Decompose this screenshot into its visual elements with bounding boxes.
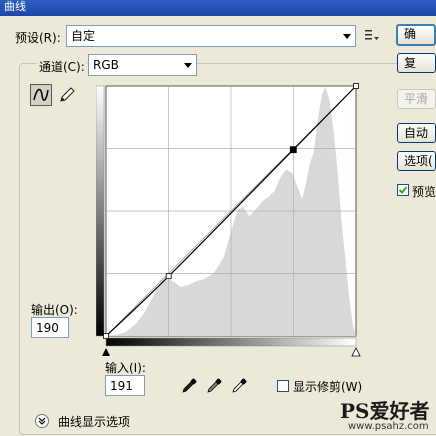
- curve-tool-icon: [33, 88, 49, 101]
- chevron-down-icon: [343, 34, 351, 39]
- channel-value: RGB: [93, 58, 119, 72]
- preview-label: 预览: [412, 185, 436, 199]
- output-label: 输出(O):: [31, 303, 78, 317]
- reset-button[interactable]: 复: [397, 53, 436, 73]
- input-label: 输入(I):: [105, 361, 146, 375]
- gray-eyedropper-button[interactable]: [205, 377, 223, 395]
- output-gradient-bar: [96, 85, 105, 337]
- watermark-logo: PS爱好者 www.psahz.com: [340, 395, 436, 436]
- smooth-button[interactable]: 平滑: [397, 89, 436, 109]
- preset-options-menu-icon[interactable]: [364, 27, 380, 43]
- double-chevron-down-icon: [38, 417, 46, 425]
- curve-display-options-label: 曲线显示选项: [58, 415, 131, 429]
- expand-options-button[interactable]: [35, 414, 49, 428]
- show-clipping-label: 显示修剪(W): [293, 380, 363, 394]
- curve-control-point[interactable]: [353, 83, 359, 89]
- curve-control-point[interactable]: [289, 146, 297, 154]
- output-value: 190: [36, 321, 59, 335]
- show-clipping-checkbox[interactable]: [277, 380, 289, 392]
- pencil-tool[interactable]: [57, 85, 77, 105]
- input-gradient-bar: [105, 337, 357, 347]
- reset-button-label: 复: [404, 56, 417, 70]
- ok-button[interactable]: 确: [396, 24, 436, 46]
- smooth-button-label: 平滑: [404, 92, 429, 106]
- white-eyedropper-button[interactable]: [230, 377, 248, 395]
- checkmark-icon: [398, 186, 408, 194]
- preview-checkbox[interactable]: [397, 184, 409, 196]
- black-point-slider-icon[interactable]: [102, 348, 110, 356]
- preset-label: 预设(R):: [15, 31, 61, 45]
- input-field[interactable]: 191: [105, 375, 145, 396]
- gray-eyedropper-icon: [207, 378, 222, 393]
- output-input[interactable]: 190: [31, 317, 69, 338]
- auto-button[interactable]: 自动: [397, 123, 436, 143]
- black-eyedropper-button[interactable]: [180, 377, 198, 395]
- auto-button-label: 自动: [404, 126, 429, 140]
- channel-dropdown[interactable]: RGB: [88, 54, 197, 76]
- curve-control-point[interactable]: [165, 273, 172, 280]
- options-button-label: 选项(: [404, 154, 433, 168]
- pencil-icon: [60, 87, 75, 102]
- preset-dropdown[interactable]: 自定: [66, 25, 356, 47]
- curve-point-tool[interactable]: [30, 84, 52, 106]
- white-point-slider-icon[interactable]: [351, 347, 361, 357]
- white-eyedropper-icon: [232, 378, 247, 393]
- watermark-brand: PS爱好者: [340, 399, 430, 423]
- curve-graph[interactable]: [96, 80, 368, 362]
- watermark-url: www.psahz.com: [348, 421, 429, 432]
- window-title: 曲线: [4, 0, 26, 13]
- window-title-bar: 曲线: [0, 0, 436, 16]
- preset-value: 自定: [71, 29, 96, 43]
- input-value: 191: [110, 379, 133, 393]
- black-eyedropper-icon: [182, 378, 197, 393]
- channel-label: 通道(C):: [37, 58, 87, 75]
- chevron-down-icon: [184, 63, 192, 68]
- options-button[interactable]: 选项(: [397, 151, 436, 171]
- ok-button-label: 确: [404, 27, 417, 41]
